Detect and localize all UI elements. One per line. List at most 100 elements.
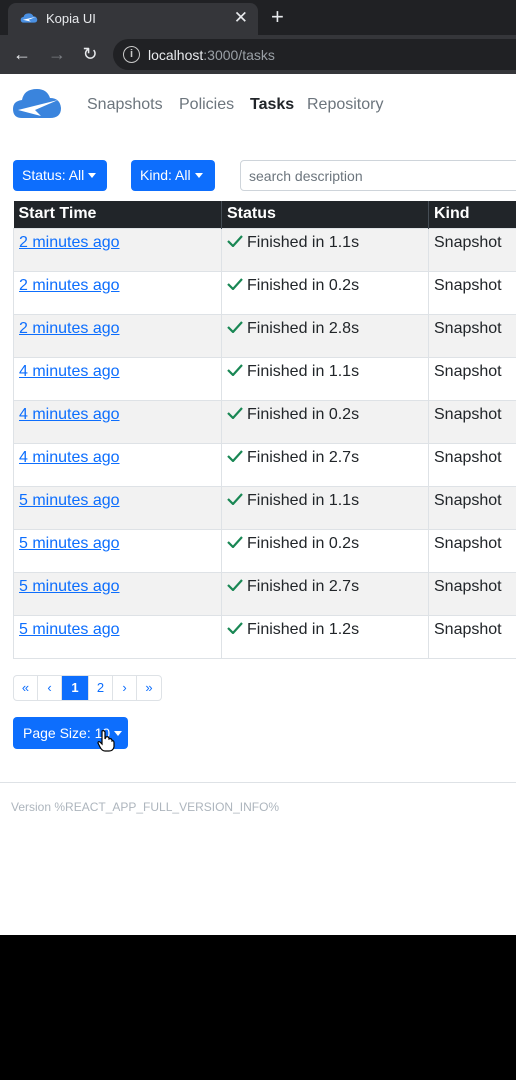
- status-text: Finished in 1.2s: [247, 620, 360, 638]
- status-cell: Finished in 2.7s: [221, 442, 429, 487]
- search-input[interactable]: [240, 160, 516, 191]
- empty-area: [0, 935, 516, 1080]
- kind-cell: Snapshot: [428, 227, 516, 272]
- reload-icon[interactable]: ↻: [77, 41, 103, 67]
- footer-divider: [0, 782, 516, 783]
- tab-title: Kopia UI: [46, 11, 96, 26]
- kind-cell: Snapshot: [428, 356, 516, 401]
- kind-cell: Snapshot: [428, 442, 516, 487]
- status-cell: Finished in 0.2s: [221, 399, 429, 444]
- new-tab-icon[interactable]: +: [271, 3, 284, 31]
- table-row: 5 minutes ago Finished in 2.7s Snapshot: [13, 571, 516, 616]
- status-filter-dropdown[interactable]: Status: All: [13, 160, 107, 191]
- start-time-cell: 2 minutes ago: [13, 270, 222, 315]
- start-time-cell: 4 minutes ago: [13, 399, 222, 444]
- check-icon: [227, 578, 243, 591]
- kopia-logo-icon: [20, 13, 38, 23]
- status-cell: Finished in 0.2s: [221, 270, 429, 315]
- task-link[interactable]: 4 minutes ago: [19, 363, 120, 380]
- caret-down-icon: [88, 172, 97, 178]
- check-icon: [227, 277, 243, 290]
- status-cell: Finished in 1.2s: [221, 614, 429, 659]
- status-cell: Finished in 1.1s: [221, 485, 429, 530]
- url-path: :3000/tasks: [203, 47, 275, 63]
- check-icon: [227, 320, 243, 333]
- site-info-icon[interactable]: i: [123, 46, 140, 63]
- kind-cell: Snapshot: [428, 571, 516, 616]
- prev-page-button[interactable]: ‹: [38, 676, 62, 700]
- nav-policies[interactable]: Policies: [179, 96, 234, 114]
- browser-tab[interactable]: Kopia UI ✕: [8, 3, 258, 35]
- table-header-row: Start Time Status Kind: [13, 201, 516, 228]
- table-row: 2 minutes ago Finished in 0.2s Snapshot: [13, 270, 516, 315]
- last-page-button[interactable]: »: [137, 676, 161, 700]
- check-icon: [227, 406, 243, 419]
- start-time-cell: 5 minutes ago: [13, 528, 222, 573]
- task-link[interactable]: 5 minutes ago: [19, 578, 120, 595]
- header-status[interactable]: Status: [221, 201, 429, 228]
- status-cell: Finished in 1.1s: [221, 227, 429, 272]
- table-row: 4 minutes ago Finished in 2.7s Snapshot: [13, 442, 516, 487]
- start-time-cell: 5 minutes ago: [13, 614, 222, 659]
- task-link[interactable]: 4 minutes ago: [19, 449, 120, 466]
- check-icon: [227, 621, 243, 634]
- table-row: 4 minutes ago Finished in 0.2s Snapshot: [13, 399, 516, 444]
- check-icon: [227, 449, 243, 462]
- task-link[interactable]: 2 minutes ago: [19, 320, 120, 337]
- back-icon[interactable]: ←: [9, 41, 35, 67]
- start-time-cell: 4 minutes ago: [13, 356, 222, 401]
- hand-cursor-icon: [97, 730, 115, 752]
- header-start-time[interactable]: Start Time: [13, 201, 222, 228]
- task-link[interactable]: 2 minutes ago: [19, 234, 120, 251]
- check-icon: [227, 535, 243, 548]
- nav-tasks[interactable]: Tasks: [250, 96, 294, 114]
- status-text: Finished in 2.7s: [247, 448, 360, 466]
- header-kind[interactable]: Kind: [428, 201, 516, 228]
- kind-cell: Snapshot: [428, 399, 516, 444]
- forward-icon[interactable]: →: [44, 41, 70, 67]
- task-link[interactable]: 5 minutes ago: [19, 492, 120, 509]
- address-bar[interactable]: i localhost:3000/tasks: [113, 39, 516, 70]
- kind-cell: Snapshot: [428, 270, 516, 315]
- app-window: Kopia UI ✕ + ← → ↻ i localhost:3000/task…: [0, 0, 516, 1080]
- table-row: 5 minutes ago Finished in 1.1s Snapshot: [13, 485, 516, 530]
- status-cell: Finished in 0.2s: [221, 528, 429, 573]
- table-row: 5 minutes ago Finished in 1.2s Snapshot: [13, 614, 516, 659]
- status-text: Finished in 2.7s: [247, 577, 360, 595]
- task-link[interactable]: 4 minutes ago: [19, 406, 120, 423]
- start-time-cell: 4 minutes ago: [13, 442, 222, 487]
- kind-cell: Snapshot: [428, 313, 516, 358]
- status-cell: Finished in 2.7s: [221, 571, 429, 616]
- table-row: 2 minutes ago Finished in 1.1s Snapshot: [13, 227, 516, 272]
- start-time-cell: 5 minutes ago: [13, 571, 222, 616]
- status-filter-label: Status: All: [22, 167, 85, 183]
- page-button-2[interactable]: 2: [89, 676, 113, 700]
- nav-repository[interactable]: Repository: [307, 96, 383, 114]
- task-link[interactable]: 5 minutes ago: [19, 621, 120, 638]
- task-link[interactable]: 2 minutes ago: [19, 277, 120, 294]
- table-row: 2 minutes ago Finished in 2.8s Snapshot: [13, 313, 516, 358]
- status-text: Finished in 0.2s: [247, 534, 360, 552]
- caret-down-icon: [114, 730, 123, 736]
- table-body: 2 minutes ago Finished in 1.1s Snapshot 2 m…: [13, 227, 516, 659]
- kind-filter-label: Kind: All: [140, 167, 191, 183]
- kind-cell: Snapshot: [428, 614, 516, 659]
- status-text: Finished in 1.1s: [247, 491, 360, 509]
- task-link[interactable]: 5 minutes ago: [19, 535, 120, 552]
- check-icon: [227, 492, 243, 505]
- browser-toolbar: ← → ↻ i localhost:3000/tasks: [0, 35, 516, 74]
- status-text: Finished in 1.1s: [247, 233, 360, 251]
- nav-snapshots[interactable]: Snapshots: [87, 96, 163, 114]
- status-text: Finished in 0.2s: [247, 405, 360, 423]
- status-text: Finished in 2.8s: [247, 319, 360, 337]
- pagination: « ‹ 1 2 › »: [13, 675, 162, 701]
- page-button-1[interactable]: 1: [62, 676, 89, 700]
- kopia-logo-icon[interactable]: [12, 87, 62, 121]
- check-icon: [227, 363, 243, 376]
- caret-down-icon: [194, 172, 203, 178]
- first-page-button[interactable]: «: [14, 676, 38, 700]
- next-page-button[interactable]: ›: [113, 676, 137, 700]
- kind-filter-dropdown[interactable]: Kind: All: [131, 160, 215, 191]
- close-tab-icon[interactable]: ✕: [234, 7, 248, 29]
- start-time-cell: 2 minutes ago: [13, 313, 222, 358]
